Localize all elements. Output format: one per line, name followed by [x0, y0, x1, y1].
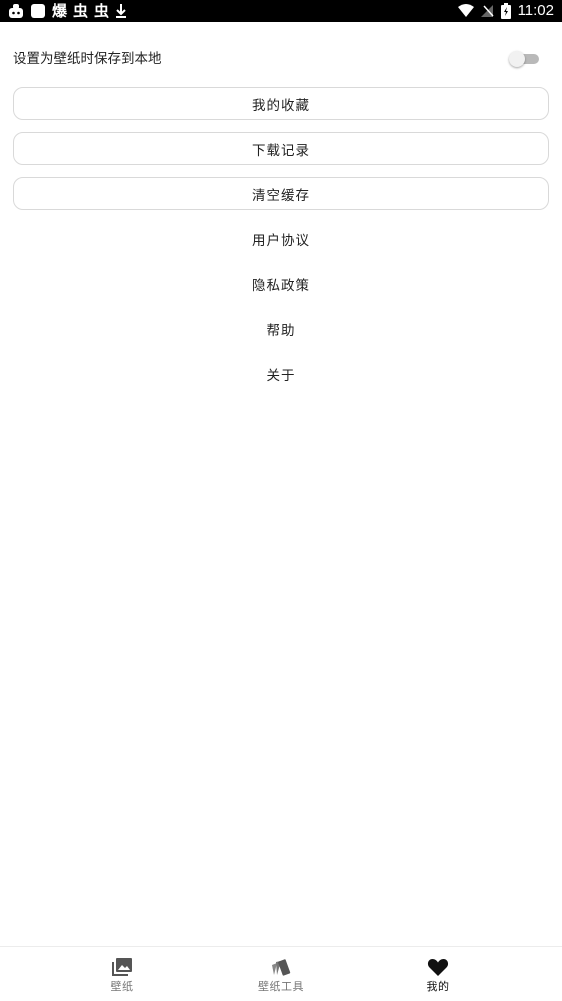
battery-charging-icon — [500, 3, 511, 19]
status-bar-notifications: 爆 虫 虫 — [8, 2, 127, 20]
toggle-thumb — [509, 51, 525, 67]
nav-item-wallpaper-tools[interactable]: 壁纸工具 — [221, 947, 341, 1001]
user-agreement-link[interactable]: 用户协议 — [13, 223, 549, 254]
nav-label-wallpaper: 壁纸 — [110, 980, 134, 993]
wifi-icon — [457, 4, 474, 18]
app-icon-2: 爆 — [52, 2, 68, 20]
save-local-label: 设置为壁纸时保存到本地 — [13, 51, 162, 67]
status-bar: 爆 虫 虫 11:02 — [0, 0, 562, 22]
downloads-button[interactable]: 下载记录 — [13, 132, 549, 165]
status-bar-system: 11:02 — [457, 2, 554, 20]
save-local-toggle[interactable] — [509, 51, 539, 67]
download-icon — [115, 3, 127, 19]
clear-cache-button[interactable]: 清空缓存 — [13, 177, 549, 210]
bottom-nav: 壁纸 壁纸工具 我的 — [0, 946, 562, 1001]
about-link[interactable]: 关于 — [13, 358, 549, 389]
help-link[interactable]: 帮助 — [13, 313, 549, 344]
privacy-policy-link[interactable]: 隐私政策 — [13, 268, 549, 299]
images-icon — [111, 956, 133, 978]
nav-item-wallpaper[interactable]: 壁纸 — [62, 947, 182, 1001]
status-time: 11:02 — [517, 2, 554, 19]
app-icon-3: 虫 — [73, 2, 89, 20]
nav-label-mine: 我的 — [426, 980, 450, 993]
save-local-setting: 设置为壁纸时保存到本地 — [13, 44, 549, 74]
bug-icon — [8, 3, 24, 19]
heart-icon — [427, 956, 449, 978]
swatches-icon — [270, 956, 292, 978]
signal-off-icon — [480, 4, 494, 18]
nav-item-mine[interactable]: 我的 — [378, 947, 498, 1001]
nav-label-wallpaper-tools: 壁纸工具 — [258, 980, 304, 993]
app-icon-4: 虫 — [94, 2, 110, 20]
favorites-button[interactable]: 我的收藏 — [13, 87, 549, 120]
app-icon — [30, 3, 46, 19]
